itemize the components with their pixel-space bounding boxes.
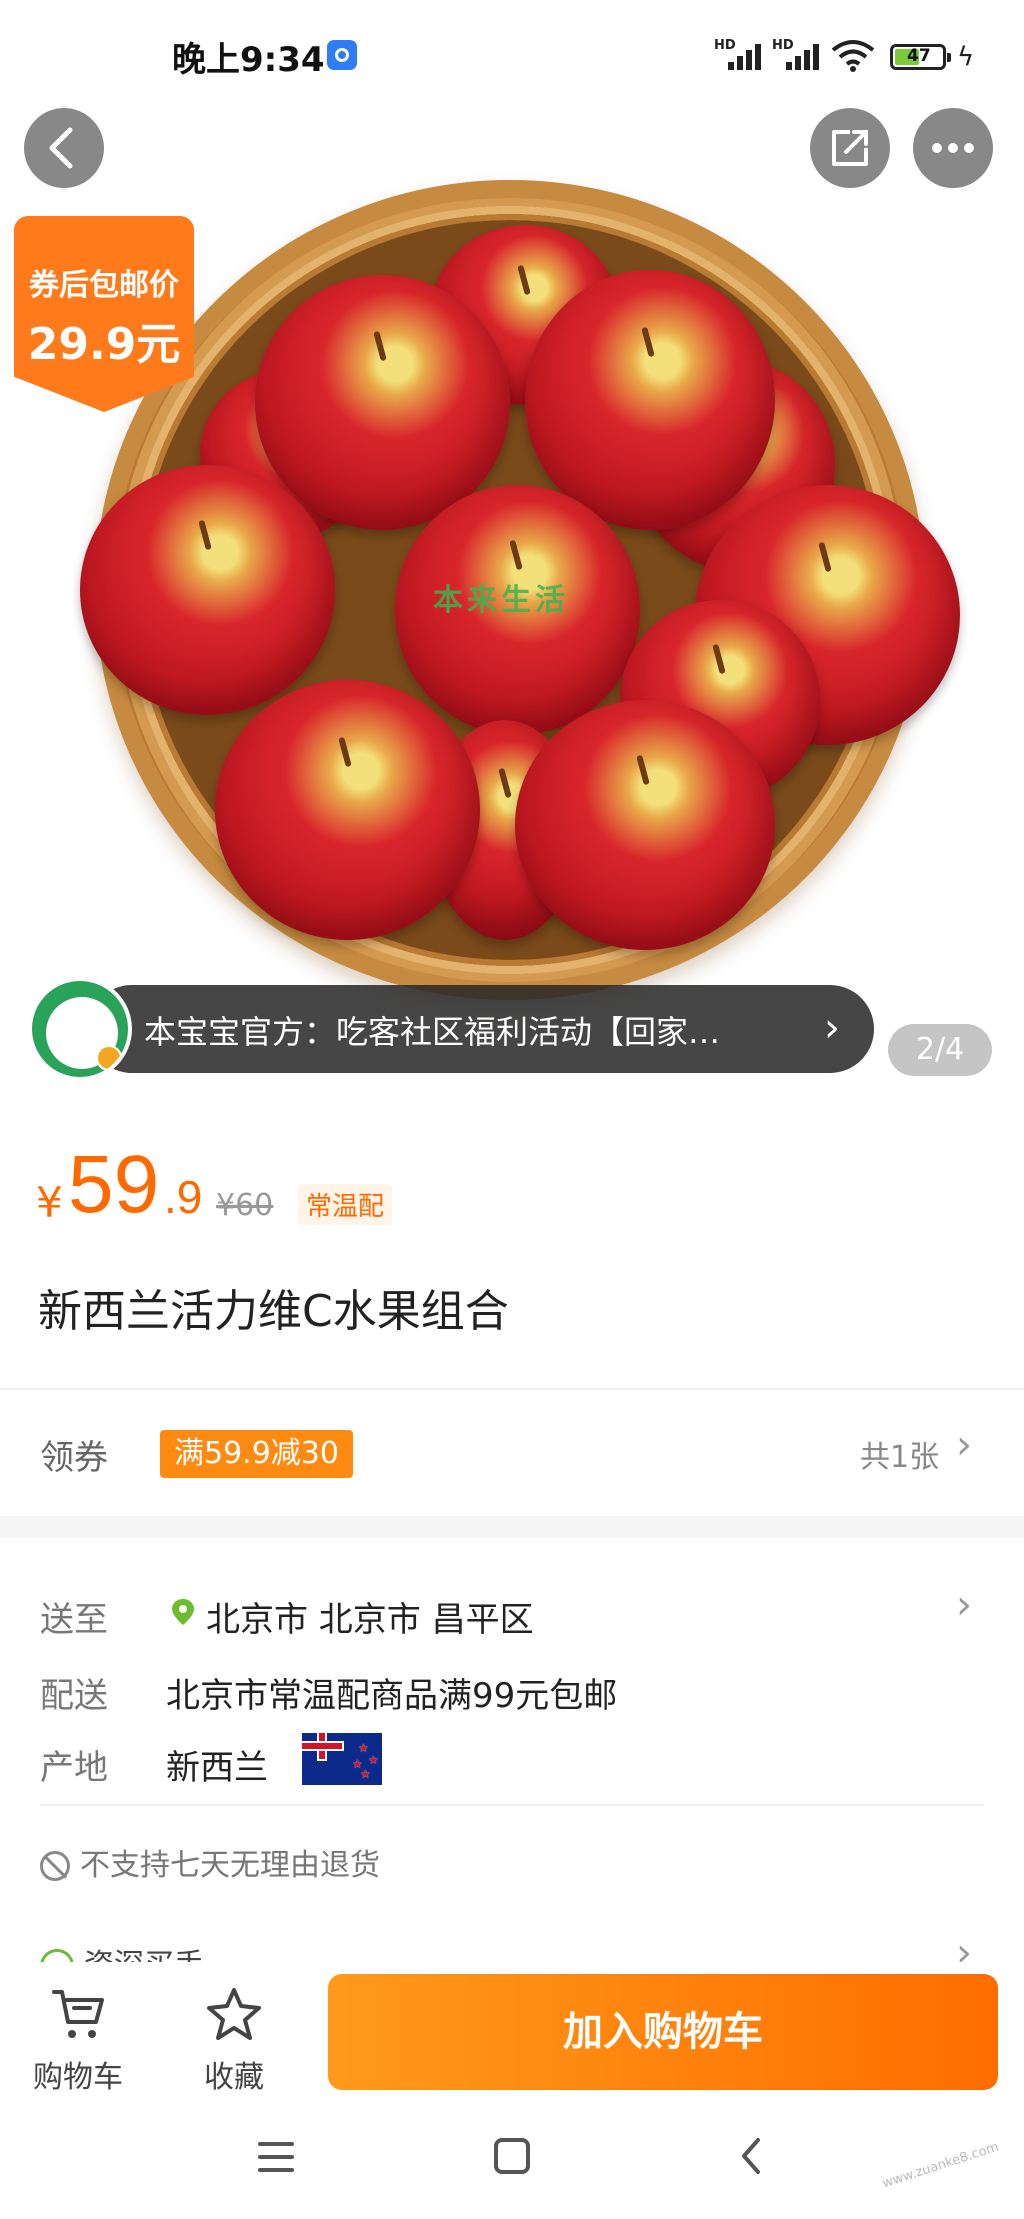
product-title: 新西兰活力维C水果组合 (38, 1286, 509, 1337)
apple (255, 275, 510, 530)
image-watermark-logo: 本来生活 (433, 583, 569, 618)
apple (525, 270, 775, 530)
back-arrow-icon (49, 127, 73, 169)
battery-icon: 47 (890, 44, 951, 70)
price-decimal: .9 (164, 1171, 203, 1223)
origin-value: 新西兰 (166, 1748, 268, 1788)
chevron-right-icon: › (824, 1005, 840, 1051)
new-zealand-flag-icon: ★ ★ ★ ★ (302, 1733, 382, 1785)
status-bar: 晚上9:34 HD HD 47 ϟ (0, 0, 1024, 110)
share-button[interactable] (810, 108, 890, 188)
promo-price-tag: 券后包邮价 29.9元 (14, 216, 194, 412)
delivery-value: 北京市常温配商品满99元包邮 (166, 1676, 618, 1716)
storage-tag: 常温配 (298, 1184, 393, 1225)
status-time: 晚上9:34 (172, 40, 325, 80)
favorite-label: 收藏 (204, 2060, 264, 2095)
charging-icon: ϟ (957, 42, 975, 72)
more-icon (932, 143, 974, 153)
add-to-cart-button[interactable]: 加入购物车 (328, 1974, 998, 2090)
chevron-right-icon: › (956, 1422, 972, 1468)
wifi-icon (831, 40, 875, 72)
chevron-right-icon: › (956, 1582, 972, 1628)
system-back-button[interactable] (736, 2136, 766, 2176)
coupon-row[interactable]: 领券 满59.9减30 共1张 › (0, 1392, 1024, 1512)
apple (215, 680, 480, 940)
verified-badge-icon (96, 1045, 122, 1071)
back-button[interactable] (24, 108, 104, 188)
coupon-count: 共1张 (860, 1440, 940, 1475)
coupon-label: 领券 (40, 1438, 108, 1478)
system-navigation-bar (0, 2102, 1024, 2219)
cart-label: 购物车 (33, 2060, 123, 2095)
battery-level: 47 (907, 46, 931, 66)
bottom-action-bar: 购物车 收藏 加入购物车 (0, 1962, 1024, 2102)
cart-icon (52, 1990, 104, 2038)
favorite-button[interactable]: 收藏 (174, 1986, 294, 2096)
origin-label: 产地 (40, 1748, 108, 1788)
ship-to-address: 北京市 北京市 昌平区 (206, 1600, 534, 1640)
promo-tag-price: 29.9元 (27, 319, 181, 370)
delivery-label: 配送 (40, 1676, 108, 1716)
community-notice[interactable]: 本宝宝官方：吃客社区福利活动【回家… › (28, 977, 874, 1081)
hd-label: HD (714, 38, 736, 53)
divider (40, 1804, 984, 1806)
recent-apps-button[interactable] (258, 2142, 294, 2172)
ship-to-label: 送至 (40, 1600, 108, 1640)
location-pin-icon (172, 1599, 194, 1625)
signal-icon: HD (714, 38, 766, 70)
signal-icon: HD (772, 38, 824, 70)
apple (515, 700, 775, 950)
price-integer: 59 (68, 1139, 160, 1230)
currency-symbol: ¥ (36, 1178, 63, 1227)
notice-text: 本宝宝官方：吃客社区福利活动【回家… (144, 1013, 721, 1051)
star-icon (207, 1988, 261, 2040)
prohibited-icon (40, 1851, 70, 1881)
coupon-offer[interactable]: 满59.9减30 (160, 1430, 353, 1478)
promo-tag-label: 券后包邮价 (29, 268, 179, 303)
return-policy: 不支持七天无理由退货 (40, 1840, 380, 1884)
more-button[interactable] (913, 108, 993, 188)
avatar (28, 977, 132, 1081)
return-policy-text: 不支持七天无理由退货 (80, 1848, 380, 1883)
original-price: ¥60 (216, 1188, 274, 1223)
image-page-indicator: 2/4 (888, 1024, 992, 1076)
home-button[interactable] (494, 2138, 530, 2174)
hd-label: HD (772, 38, 794, 53)
section-separator (0, 1516, 1024, 1538)
share-icon (832, 130, 868, 166)
divider (0, 1388, 1024, 1390)
alarm-icon (327, 40, 357, 70)
apple (80, 465, 335, 715)
cart-button[interactable]: 购物车 (18, 1986, 138, 2096)
